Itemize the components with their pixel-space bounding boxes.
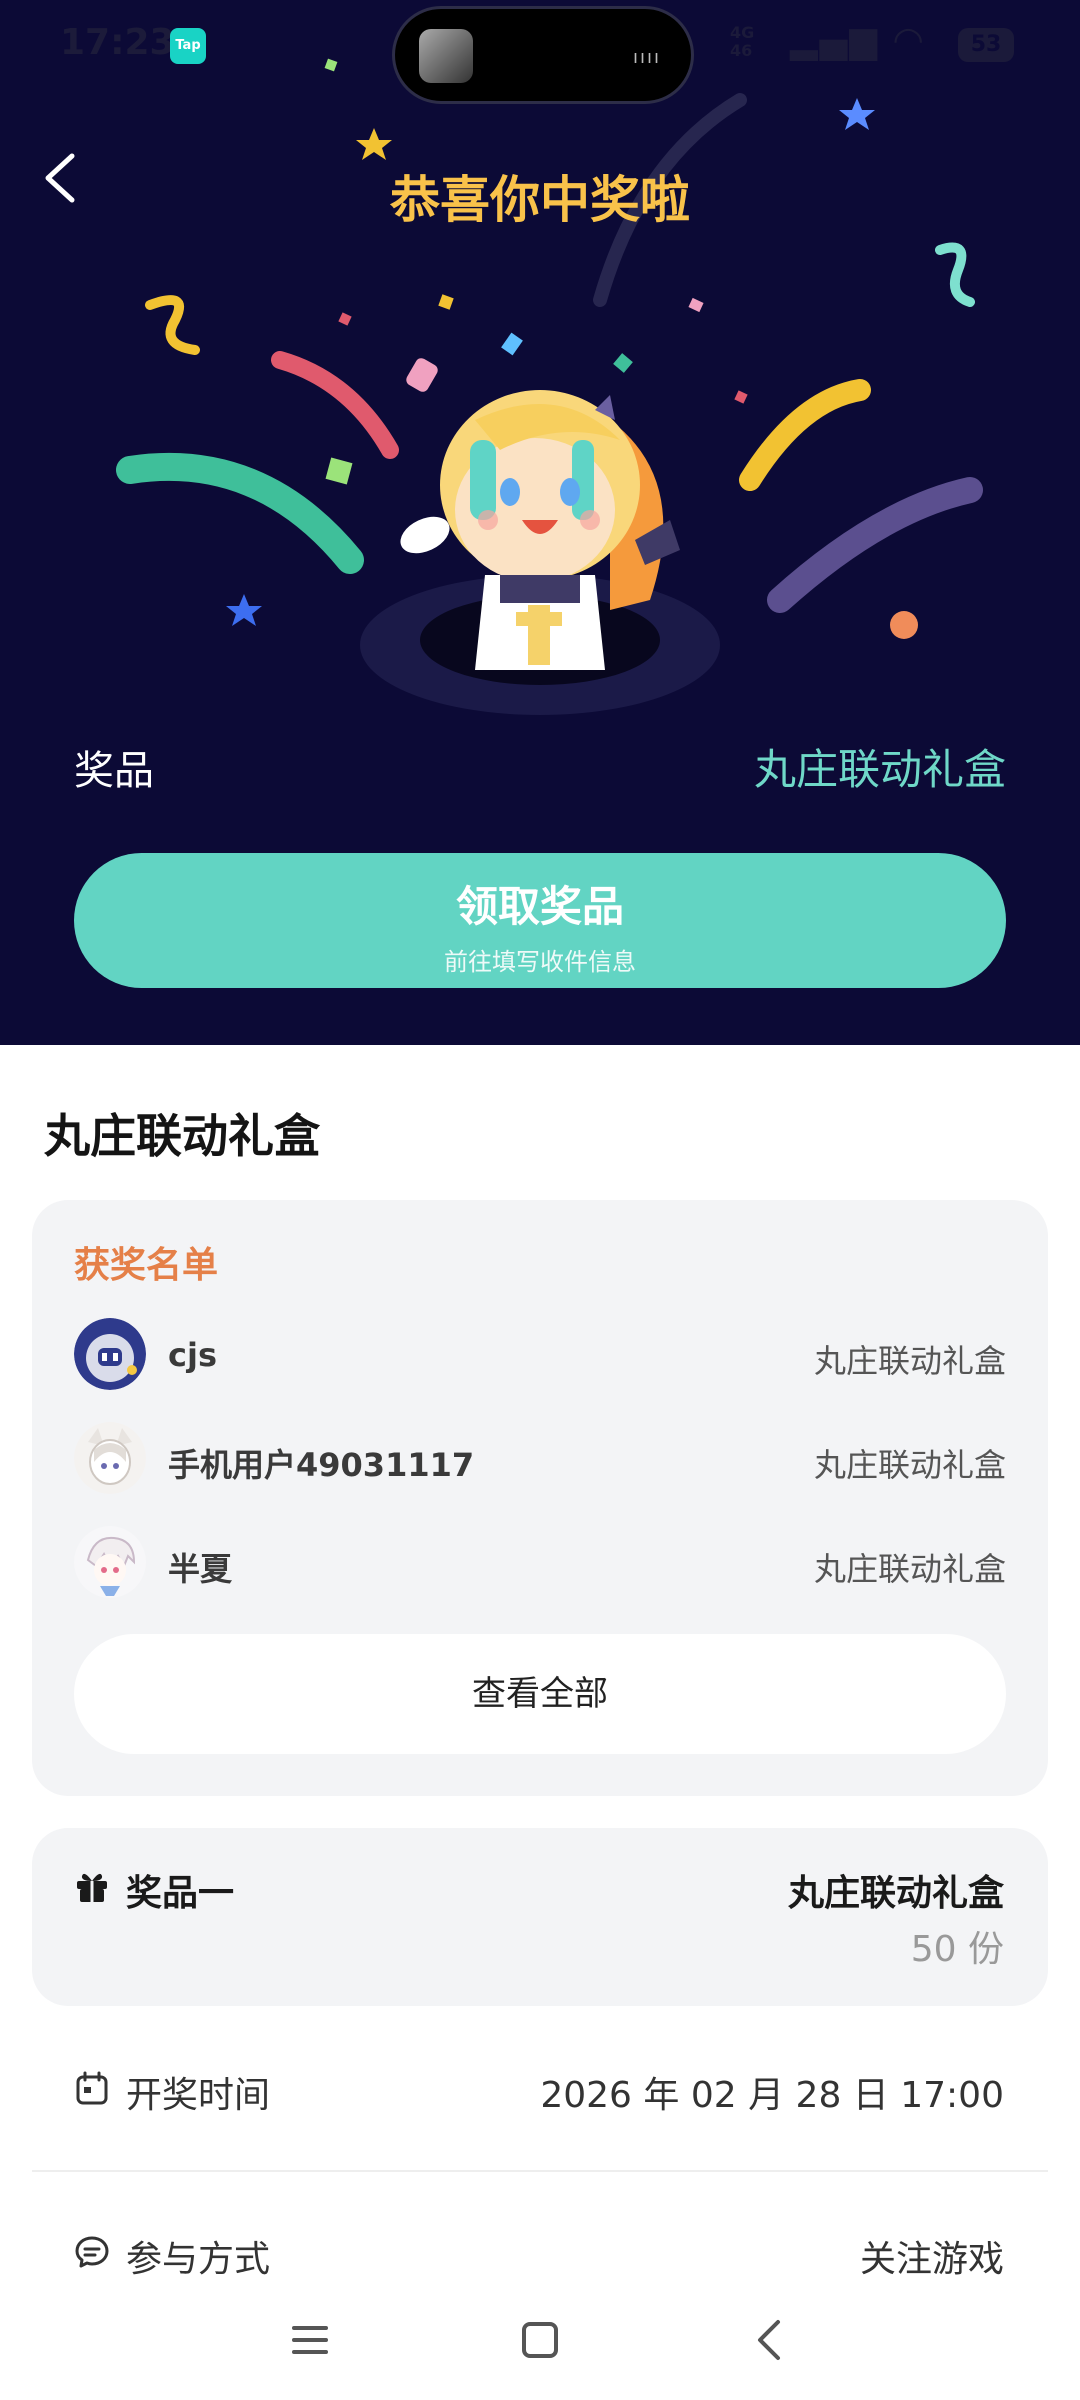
prize-label: 奖品 bbox=[74, 748, 154, 794]
calendar-icon bbox=[76, 2071, 108, 2105]
winner-row[interactable]: cjs 丸庄联动礼盒 bbox=[74, 1318, 1006, 1398]
audio-wave-icon: ıııı bbox=[632, 47, 661, 68]
winner-prize: 丸庄联动礼盒 bbox=[813, 1342, 1006, 1380]
participation-row: 参与方式 关注游戏 bbox=[32, 2204, 1048, 2304]
gift-icon bbox=[77, 1873, 107, 1902]
home-square-icon bbox=[522, 2322, 558, 2358]
prize-value: 丸庄联动礼盒 bbox=[753, 745, 1006, 794]
page-title: 恭喜你中奖啦 bbox=[390, 171, 690, 229]
winner-name: 手机用户49031117 bbox=[168, 1446, 475, 1484]
winner-row[interactable]: 半夏 丸庄联动礼盒 bbox=[74, 1526, 1006, 1606]
prize-tier-name: 丸庄联动礼盒 bbox=[787, 1873, 1004, 1914]
event-title: 丸庄联动礼盒 bbox=[44, 1109, 320, 1163]
home-button[interactable] bbox=[510, 2310, 570, 2370]
avatar bbox=[74, 1526, 146, 1598]
winner-row[interactable]: 手机用户49031117 丸庄联动礼盒 bbox=[74, 1422, 1006, 1502]
nav-back-button[interactable] bbox=[740, 2310, 800, 2370]
winner-name: 半夏 bbox=[168, 1550, 233, 1588]
participation-label: 参与方式 bbox=[126, 2239, 271, 2280]
signal-wifi-icon: ▂▄▆ ◠ bbox=[790, 20, 926, 61]
media-thumbnail bbox=[419, 29, 473, 83]
system-nav-bar bbox=[0, 2290, 1080, 2400]
claim-button-sublabel: 前往填写收件信息 bbox=[444, 948, 636, 976]
prize-card: 奖品一 丸庄联动礼盒 50 份 bbox=[32, 1828, 1048, 2006]
status-time: 17:23 bbox=[60, 22, 175, 63]
divider bbox=[32, 2170, 1048, 2172]
dynamic-island: ıııı bbox=[392, 6, 694, 104]
status-bar: 17:23 Tap ıııı 4G 46 ▂▄▆ ◠ 53 bbox=[0, 0, 1080, 104]
participation-value: 关注游戏 bbox=[859, 2239, 1004, 2280]
tap-app-icon: Tap bbox=[170, 28, 206, 64]
claim-prize-button[interactable]: 领取奖品 前往填写收件信息 bbox=[74, 853, 1006, 988]
menu-button[interactable] bbox=[280, 2310, 340, 2370]
battery-level: 53 bbox=[958, 28, 1014, 62]
chat-icon bbox=[75, 2236, 109, 2268]
draw-time-value: 2026 年 02 月 28 日 17:00 bbox=[540, 2075, 1004, 2116]
winner-prize: 丸庄联动礼盒 bbox=[813, 1446, 1006, 1484]
hero-banner: 17:23 Tap ıııı 4G 46 ▂▄▆ ◠ 53 恭喜你中奖啦 奖品 … bbox=[0, 0, 1080, 1045]
avatar bbox=[74, 1318, 146, 1390]
menu-icon bbox=[292, 2326, 328, 2354]
winners-heading: 获奖名单 bbox=[74, 1245, 219, 1286]
winner-prize: 丸庄联动礼盒 bbox=[813, 1550, 1006, 1588]
prize-tier-count: 50 份 bbox=[910, 1929, 1004, 1970]
avatar bbox=[74, 1422, 146, 1494]
claim-button-label: 领取奖品 bbox=[455, 882, 624, 931]
back-arrow-icon bbox=[758, 2320, 780, 2360]
winner-name: cjs bbox=[168, 1336, 217, 1374]
draw-time-label: 开奖时间 bbox=[126, 2075, 271, 2116]
network-type: 4G 46 bbox=[730, 23, 755, 60]
view-all-button[interactable]: 查看全部 bbox=[74, 1634, 1006, 1754]
celebration-illustration bbox=[116, 58, 983, 715]
prize-tier-label: 奖品一 bbox=[126, 1873, 235, 1914]
draw-time-row: 开奖时间 2026 年 02 月 28 日 17:00 bbox=[32, 2040, 1048, 2140]
winners-card: 获奖名单 cjs 丸庄联动礼盒 手机用户49031117 丸庄联动礼盒 半夏 丸… bbox=[32, 1200, 1048, 1796]
